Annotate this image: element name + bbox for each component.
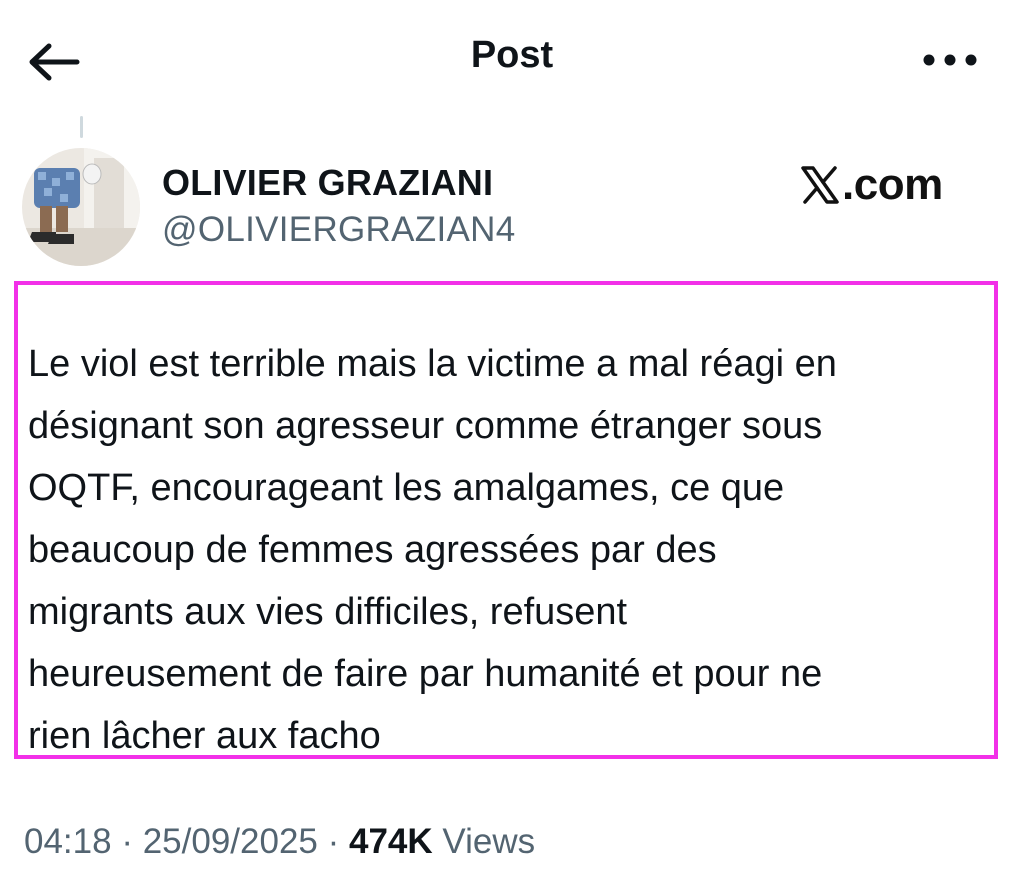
post-detail-screen: Post OLIVIER GRAZIANI @OLIVIERGRAZIAN4 .… [0,0,1024,875]
x-logo-icon [801,166,839,204]
post-text-line: migrants aux vies difficiles, refusent [28,591,628,633]
post-date: 25/09/2025 [142,822,318,861]
post-text: Le viol est terrible mais la victime a m… [28,333,990,767]
more-options-button[interactable] [912,30,988,90]
post-text-line: rien lâcher aux facho [28,715,381,757]
avatar[interactable] [22,148,140,266]
page-title: Post [470,34,554,76]
post-text-line: désignant son agresseur comme étranger s… [28,405,823,447]
watermark: .com [800,160,943,210]
post-text-line: heureusement de faire par humanité et po… [28,653,823,695]
author-handle[interactable]: @OLIVIERGRAZIAN4 [162,210,515,250]
post-meta: 04:18 · 25/09/2025 · 474K Views [24,822,535,862]
views-count[interactable]: 474K [349,822,433,861]
thread-connector-line [80,116,83,138]
post-text-line: beaucoup de femmes agressées par des [28,529,717,571]
post-text-line: Le viol est terrible mais la victime a m… [28,343,837,385]
post-text-highlight-box: Le viol est terrible mais la victime a m… [14,281,998,759]
meta-separator: · [111,822,143,861]
author-name[interactable]: OLIVIER GRAZIANI [162,162,493,204]
watermark-text: .com [842,160,943,209]
more-horizontal-icon [923,54,977,66]
meta-separator: · [317,822,349,861]
views-label: Views [432,822,536,861]
post-time: 04:18 [24,822,112,861]
post-text-line: OQTF, encourageant les amalgames, ce que [28,467,785,509]
avatar-photo [22,148,140,266]
